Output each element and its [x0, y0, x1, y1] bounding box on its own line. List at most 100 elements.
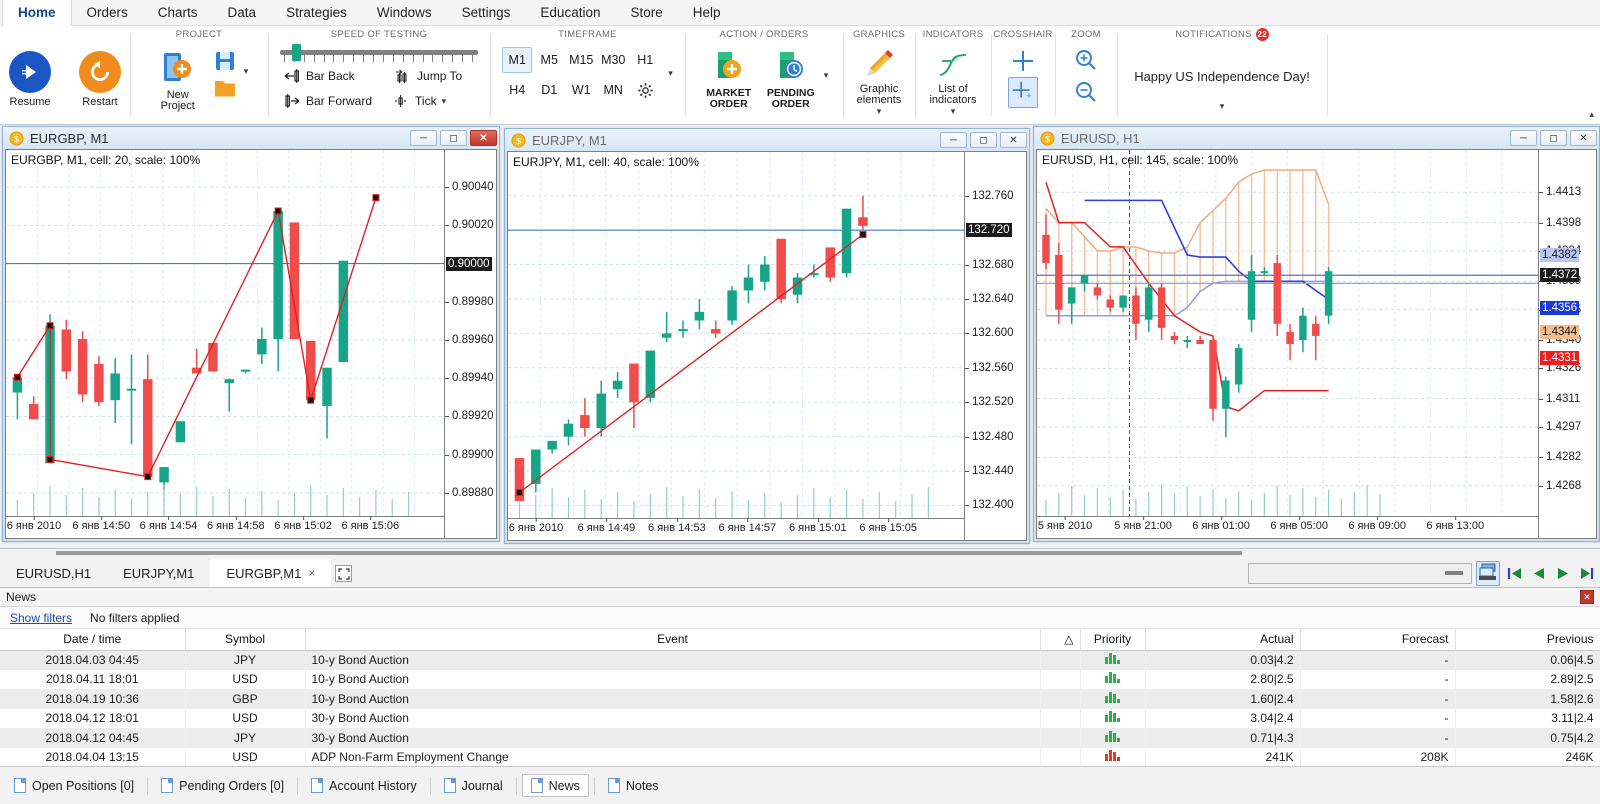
timeframe-button-h4[interactable]: H4 — [502, 77, 532, 103]
news-panel-close-icon[interactable]: ✕ — [1580, 590, 1594, 604]
menu-item-strategies[interactable]: Strategies — [271, 0, 362, 25]
tick-dropdown-chevron-down-icon[interactable]: ▾ — [442, 96, 447, 107]
chart-titlebar[interactable]: $ EURGBP, M1 ─ ◻ ✕ — [3, 127, 499, 149]
news-column-header[interactable]: Event — [305, 629, 1041, 651]
chart-titlebar[interactable]: $ EURJPY, M1 ─ ◻ ✕ — [505, 129, 1029, 151]
fullscreen-icon[interactable] — [335, 565, 353, 582]
timeframe-settings-gear-icon[interactable] — [630, 77, 660, 103]
chart-window-eurjpy[interactable]: $ EURJPY, M1 ─ ◻ ✕ EURJPY, M1, cell: 40,… — [504, 128, 1030, 544]
bar-back-button[interactable]: Bar Back — [280, 67, 376, 85]
news-column-header[interactable]: △ — [1040, 629, 1081, 651]
list-of-indicators-button[interactable]: List of indicators ▾ — [918, 45, 988, 117]
indicators-dropdown-chevron-down-icon[interactable]: ▾ — [951, 106, 956, 117]
chart-maximize-button[interactable]: ◻ — [970, 132, 997, 148]
news-column-header[interactable]: Date / time — [0, 629, 186, 651]
news-column-header[interactable]: Previous — [1455, 629, 1600, 651]
ribbon-collapse-chevron-up-icon[interactable]: ▴ — [1589, 109, 1594, 119]
chart-plot-area[interactable]: EURGBP, M1, cell: 20, scale: 100% — [6, 150, 444, 516]
step-back-icon[interactable] — [1528, 562, 1548, 584]
bottom-tab-openpositions0[interactable]: Open Positions [0] — [6, 775, 142, 796]
chart-canvas-container[interactable]: EURUSD, H1, cell: 145, scale: 100% 1.441… — [1036, 149, 1597, 539]
news-table-row[interactable]: 2018.04.04 13:15 USD ADP Non-Farm Employme… — [0, 747, 1600, 767]
horizontal-scrollbar[interactable] — [56, 551, 1242, 555]
speed-slider-thumb[interactable] — [292, 44, 301, 61]
menu-item-orders[interactable]: Orders — [72, 0, 143, 25]
bottom-tab-news[interactable]: News — [521, 774, 589, 797]
news-table-row[interactable]: 2018.04.11 18:01 USD 10-y Bond Auction 2.80… — [0, 669, 1600, 689]
chart-minimize-button[interactable]: ─ — [1510, 130, 1537, 146]
chart-close-button[interactable]: ✕ — [470, 130, 497, 146]
chart-price-scale[interactable]: 1.44131.43981.43841.43691.43551.43401.43… — [1538, 150, 1596, 538]
chart-window-eurusd[interactable]: $ EURUSD, H1 ─ ◻ ✕ EURUSD, H1, cell: 145… — [1033, 126, 1600, 542]
skip-last-icon[interactable] — [1576, 562, 1596, 584]
new-project-button[interactable]: New Project — [150, 45, 206, 112]
chart-close-button[interactable]: ✕ — [1570, 130, 1597, 146]
timeframe-button-w1[interactable]: W1 — [566, 77, 596, 103]
bar-forward-button[interactable]: Bar Forward — [280, 92, 376, 110]
restart-button[interactable]: Restart — [69, 47, 131, 108]
news-table-row[interactable]: 2018.04.12 04:45 JPY 30-y Bond Auction 0.71… — [0, 728, 1600, 748]
menu-item-settings[interactable]: Settings — [447, 0, 526, 25]
news-column-header[interactable]: Actual — [1145, 629, 1301, 651]
menu-item-home[interactable]: Home — [2, 0, 72, 26]
resume-button[interactable]: Resume — [0, 47, 61, 108]
chart-time-scale[interactable]: 6 янв 2010 6 янв 14:50 6 янв 14:54 6 янв 14… — [6, 516, 444, 538]
graphic-elements-button[interactable]: Graphic elements ▾ — [846, 45, 912, 117]
pending-order-button[interactable]: PENDING ORDER — [760, 45, 822, 110]
zoom-in-icon[interactable] — [1073, 47, 1099, 73]
timeframe-button-m15[interactable]: M15 — [566, 47, 596, 73]
chart-minimize-button[interactable]: ─ — [410, 130, 437, 146]
bottom-tab-notes[interactable]: Notes — [600, 775, 667, 796]
save-icon[interactable] — [212, 49, 238, 73]
chart-canvas-container[interactable]: EURJPY, M1, cell: 40, scale: 100% 132.76… — [507, 151, 1027, 541]
crosshair-measure-button[interactable] — [1008, 77, 1038, 108]
chart-tab-eurjpym1[interactable]: EURJPY,M1 — [107, 559, 210, 587]
timeframe-button-d1[interactable]: D1 — [534, 77, 564, 103]
windows-cascade-icon[interactable] — [1476, 560, 1500, 586]
speed-progress-field[interactable] — [1248, 562, 1472, 584]
news-column-header[interactable]: Priority — [1080, 629, 1146, 651]
timeframe-button-mn[interactable]: MN — [598, 77, 628, 103]
zoom-out-icon[interactable] — [1073, 79, 1099, 105]
market-order-button[interactable]: MARKET ORDER — [700, 45, 758, 110]
chart-price-scale[interactable]: 0.90040 0.90020 0.89980 0.89960 0.89940 0.899… — [444, 150, 496, 538]
play-icon[interactable] — [1552, 562, 1572, 584]
tick-button[interactable]: Tick ▾ — [390, 92, 466, 110]
news-column-header[interactable]: Symbol — [185, 629, 306, 651]
chart-maximize-button[interactable]: ◻ — [1540, 130, 1567, 146]
chart-tab-eurgbpm1[interactable]: EURGBP,M1 × — [210, 559, 332, 587]
bottom-tab-pendingorders0[interactable]: Pending Orders [0] — [153, 775, 292, 796]
speed-slider[interactable] — [280, 43, 478, 65]
timeframe-button-m1[interactable]: M1 — [502, 47, 533, 73]
chart-close-button[interactable]: ✕ — [1000, 132, 1027, 148]
news-table-row[interactable]: 2018.04.12 18:01 USD 30-y Bond Auction 3.04… — [0, 708, 1600, 728]
chart-price-scale[interactable]: 132.760 132.680 132.640 132.600 132.560 132.5… — [964, 152, 1026, 540]
menu-item-windows[interactable]: Windows — [362, 0, 447, 25]
menu-item-help[interactable]: Help — [678, 0, 736, 25]
chart-window-eurgbp[interactable]: $ EURGBP, M1 ─ ◻ ✕ EURGBP, M1, cell: 20,… — [2, 126, 500, 542]
news-table-row[interactable]: 2018.04.19 10:36 GBP 10-y Bond Auction 1.60… — [0, 689, 1600, 709]
bottom-tab-accounthistory[interactable]: Account History — [303, 775, 425, 796]
timeframe-button-m5[interactable]: M5 — [534, 47, 564, 73]
orders-dropdown-chevron-down-icon[interactable]: ▾ — [824, 70, 829, 80]
menu-item-store[interactable]: Store — [615, 0, 677, 25]
chart-maximize-button[interactable]: ◻ — [440, 130, 467, 146]
timeframe-button-m30[interactable]: M30 — [598, 47, 628, 73]
chart-minimize-button[interactable]: ─ — [940, 132, 967, 148]
project-dropdown-chevron-down-icon[interactable]: ▾ — [244, 66, 249, 76]
chart-canvas-container[interactable]: EURGBP, M1, cell: 20, scale: 100% 0.9004… — [5, 149, 497, 539]
chart-plot-area[interactable]: EURJPY, M1, cell: 40, scale: 100% — [508, 152, 964, 518]
chart-tab-close-icon[interactable]: × — [308, 566, 315, 580]
skip-first-icon[interactable] — [1504, 562, 1524, 584]
chart-plot-area[interactable]: EURUSD, H1, cell: 145, scale: 100% — [1037, 150, 1538, 516]
folder-icon[interactable] — [212, 77, 238, 99]
news-table-row[interactable]: 2018.04.03 04:45 JPY 10-y Bond Auction 0.03… — [0, 650, 1600, 670]
news-column-header[interactable]: Forecast — [1300, 629, 1456, 651]
menu-item-charts[interactable]: Charts — [143, 0, 213, 25]
timeframe-button-h1[interactable]: H1 — [630, 47, 660, 73]
bottom-tab-journal[interactable]: Journal — [436, 775, 511, 796]
notifications-dropdown-chevron-down-icon[interactable]: ▾ — [1220, 101, 1225, 111]
chart-titlebar[interactable]: $ EURUSD, H1 ─ ◻ ✕ — [1034, 127, 1599, 149]
chart-time-scale[interactable]: 5 янв 2010 5 янв 21:00 6 янв 01:00 6 янв 05… — [1037, 516, 1538, 538]
jump-to-button[interactable]: Jump To — [390, 67, 466, 85]
